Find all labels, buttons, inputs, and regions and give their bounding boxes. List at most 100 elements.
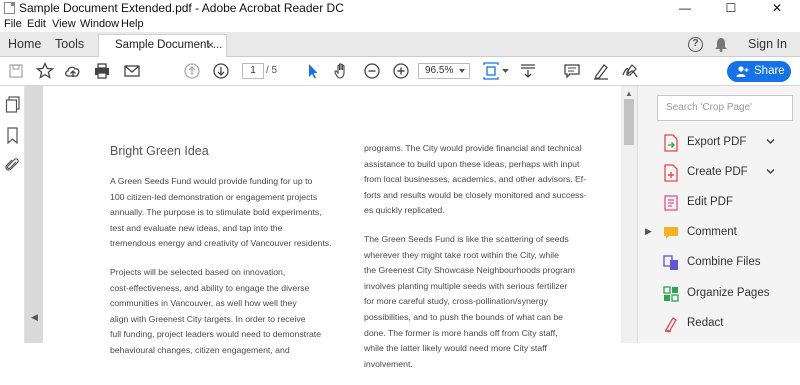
comment-icon[interactable] bbox=[562, 61, 582, 81]
left-navigation-rail bbox=[0, 86, 25, 343]
chevron-down-icon[interactable] bbox=[766, 137, 775, 146]
text-line: align with Greenest City targets. In ord… bbox=[110, 313, 306, 324]
paragraph: A Green Seeds Fund would provide funding… bbox=[110, 174, 332, 252]
tool-label: Comment bbox=[687, 226, 737, 238]
share-label: Share bbox=[754, 65, 785, 77]
text-line: while the latter likely would need more … bbox=[364, 343, 547, 354]
text-line: from local businesses, academics, and ot… bbox=[364, 174, 587, 185]
text-line: for more careful study, cross-pollinatio… bbox=[364, 296, 548, 307]
zoom-select[interactable]: 96.5% bbox=[418, 63, 470, 79]
redact-icon bbox=[665, 317, 677, 333]
zoom-out-icon[interactable] bbox=[362, 61, 382, 81]
menu-help[interactable]: Help bbox=[121, 18, 144, 30]
tab-bar: Home Tools Sample Document ... × ? Sign … bbox=[0, 32, 800, 58]
select-cursor-icon[interactable] bbox=[303, 61, 323, 81]
hand-icon[interactable] bbox=[332, 61, 352, 81]
menu-view[interactable]: View bbox=[52, 18, 76, 30]
upload-icon[interactable] bbox=[63, 61, 83, 81]
tool-redact[interactable]: Redact bbox=[663, 314, 793, 336]
export-pdf-icon bbox=[664, 134, 678, 152]
notification-bell-icon[interactable] bbox=[714, 37, 728, 52]
page-fit-icon[interactable] bbox=[481, 61, 501, 81]
page-thumbnails-icon[interactable] bbox=[5, 96, 21, 113]
text-line: communities in Vancouver, as well how we… bbox=[110, 298, 297, 309]
tab-home[interactable]: Home bbox=[8, 37, 41, 51]
text-line: forts and results would be closely monit… bbox=[364, 189, 587, 200]
scroll-mode-icon[interactable] bbox=[518, 61, 538, 81]
text-line: programs. The City would provide financi… bbox=[364, 143, 582, 153]
tool-label: Redact bbox=[687, 317, 724, 329]
text-line: involvement. bbox=[364, 358, 413, 369]
tool-export-pdf[interactable]: Export PDF bbox=[663, 133, 793, 155]
text-line: es quickly replicated. bbox=[364, 205, 445, 216]
page-down-icon[interactable] bbox=[211, 61, 231, 81]
help-icon[interactable]: ? bbox=[688, 37, 703, 52]
menu-file[interactable]: File bbox=[4, 18, 22, 30]
text-line: possibilities, and to push the bounds of… bbox=[364, 311, 563, 322]
page-up-icon[interactable] bbox=[182, 61, 202, 81]
text-line: A Green Seeds Fund would provide funding… bbox=[110, 176, 313, 186]
text-line: cost-effectiveness, and ability to engag… bbox=[110, 282, 310, 293]
print-icon[interactable] bbox=[92, 61, 112, 81]
tab-document[interactable]: Sample Document ... × bbox=[98, 34, 227, 58]
right-text-column: programs. The City would provide financi… bbox=[364, 141, 587, 385]
title-bar: Sample Document Extended.pdf - Adobe Acr… bbox=[0, 0, 800, 17]
paragraph: programs. The City would provide financi… bbox=[364, 141, 587, 219]
mail-icon[interactable] bbox=[122, 61, 142, 81]
maximize-button[interactable]: ☐ bbox=[708, 0, 754, 17]
person-add-icon bbox=[736, 66, 749, 77]
menu-edit[interactable]: Edit bbox=[27, 18, 46, 30]
toolbar: 1 / 5 96.5% Share bbox=[0, 57, 800, 86]
highlight-pen-icon[interactable] bbox=[591, 61, 611, 81]
sign-in-link[interactable]: Sign In bbox=[748, 37, 787, 51]
scrollbar-thumb[interactable] bbox=[624, 99, 634, 145]
scroll-up-arrow-icon[interactable]: ▲ bbox=[625, 89, 633, 98]
menu-bar: File Edit View Window Help bbox=[0, 17, 800, 32]
text-line: behavioural changes, citizen engagement,… bbox=[110, 344, 290, 355]
text-line: wherever they might take root within the… bbox=[364, 249, 559, 260]
minimize-button[interactable]: — bbox=[662, 0, 708, 17]
pdf-file-icon bbox=[4, 2, 15, 14]
left-text-column: A Green Seeds Fund would provide funding… bbox=[110, 174, 332, 372]
tool-edit-pdf[interactable]: Edit PDF bbox=[663, 193, 793, 215]
close-tab-icon[interactable]: × bbox=[207, 38, 214, 52]
sign-icon[interactable] bbox=[620, 61, 640, 81]
tool-organize-pages[interactable]: Organize Pages bbox=[663, 284, 793, 306]
chevron-down-icon[interactable] bbox=[502, 69, 509, 74]
collapse-right-arrow-icon[interactable]: ▶ bbox=[645, 226, 652, 237]
document-heading: Bright Green Idea bbox=[110, 144, 209, 158]
bookmark-icon[interactable] bbox=[6, 127, 19, 144]
save-icon[interactable] bbox=[6, 61, 26, 81]
text-line: Projects will be selected based on innov… bbox=[110, 266, 286, 277]
tool-combine-files[interactable]: Combine Files bbox=[663, 253, 793, 275]
text-line: 100 citizen-led demonstration or engagem… bbox=[110, 191, 318, 202]
page-total: / 5 bbox=[266, 65, 278, 76]
share-button[interactable]: Share bbox=[727, 61, 791, 82]
collapse-left-arrow-icon[interactable]: ◀ bbox=[31, 312, 38, 323]
attachment-icon[interactable] bbox=[5, 156, 20, 174]
pdf-page: Bright Green Idea A Green Seeds Fund wou… bbox=[43, 86, 625, 369]
tool-comment[interactable]: Comment bbox=[663, 223, 793, 245]
tool-label: Export PDF bbox=[687, 136, 747, 148]
text-line: full funding, project leaders would need… bbox=[110, 329, 322, 340]
tool-create-pdf[interactable]: Create PDF bbox=[663, 163, 793, 185]
text-line: annually. The purpose is to stimulate bo… bbox=[110, 207, 322, 218]
close-window-button[interactable]: ✕ bbox=[754, 0, 800, 17]
chevron-down-icon[interactable] bbox=[766, 167, 775, 176]
window-title: Sample Document Extended.pdf - Adobe Acr… bbox=[19, 1, 344, 15]
page-number-input[interactable]: 1 bbox=[242, 63, 264, 79]
tool-label: Combine Files bbox=[687, 256, 761, 268]
edit-pdf-icon bbox=[664, 195, 678, 211]
menu-window[interactable]: Window bbox=[80, 18, 119, 30]
tool-search-input[interactable]: Search 'Crop Page' bbox=[657, 95, 793, 121]
create-pdf-icon bbox=[664, 164, 678, 182]
star-icon[interactable] bbox=[35, 61, 55, 81]
combine-files-icon bbox=[663, 255, 678, 270]
text-line: the Greenest City Showcase Neighbourhood… bbox=[364, 265, 576, 276]
zoom-in-icon[interactable] bbox=[391, 61, 411, 81]
document-view[interactable]: ◀ Bright Green Idea A Green Seeds Fund w… bbox=[25, 86, 637, 369]
vertical-scrollbar[interactable]: ▲ bbox=[621, 86, 637, 343]
tool-label: Edit PDF bbox=[687, 196, 734, 208]
tab-tools[interactable]: Tools bbox=[55, 37, 84, 51]
text-line: test and evaluate new ideas, and tap int… bbox=[110, 222, 283, 233]
